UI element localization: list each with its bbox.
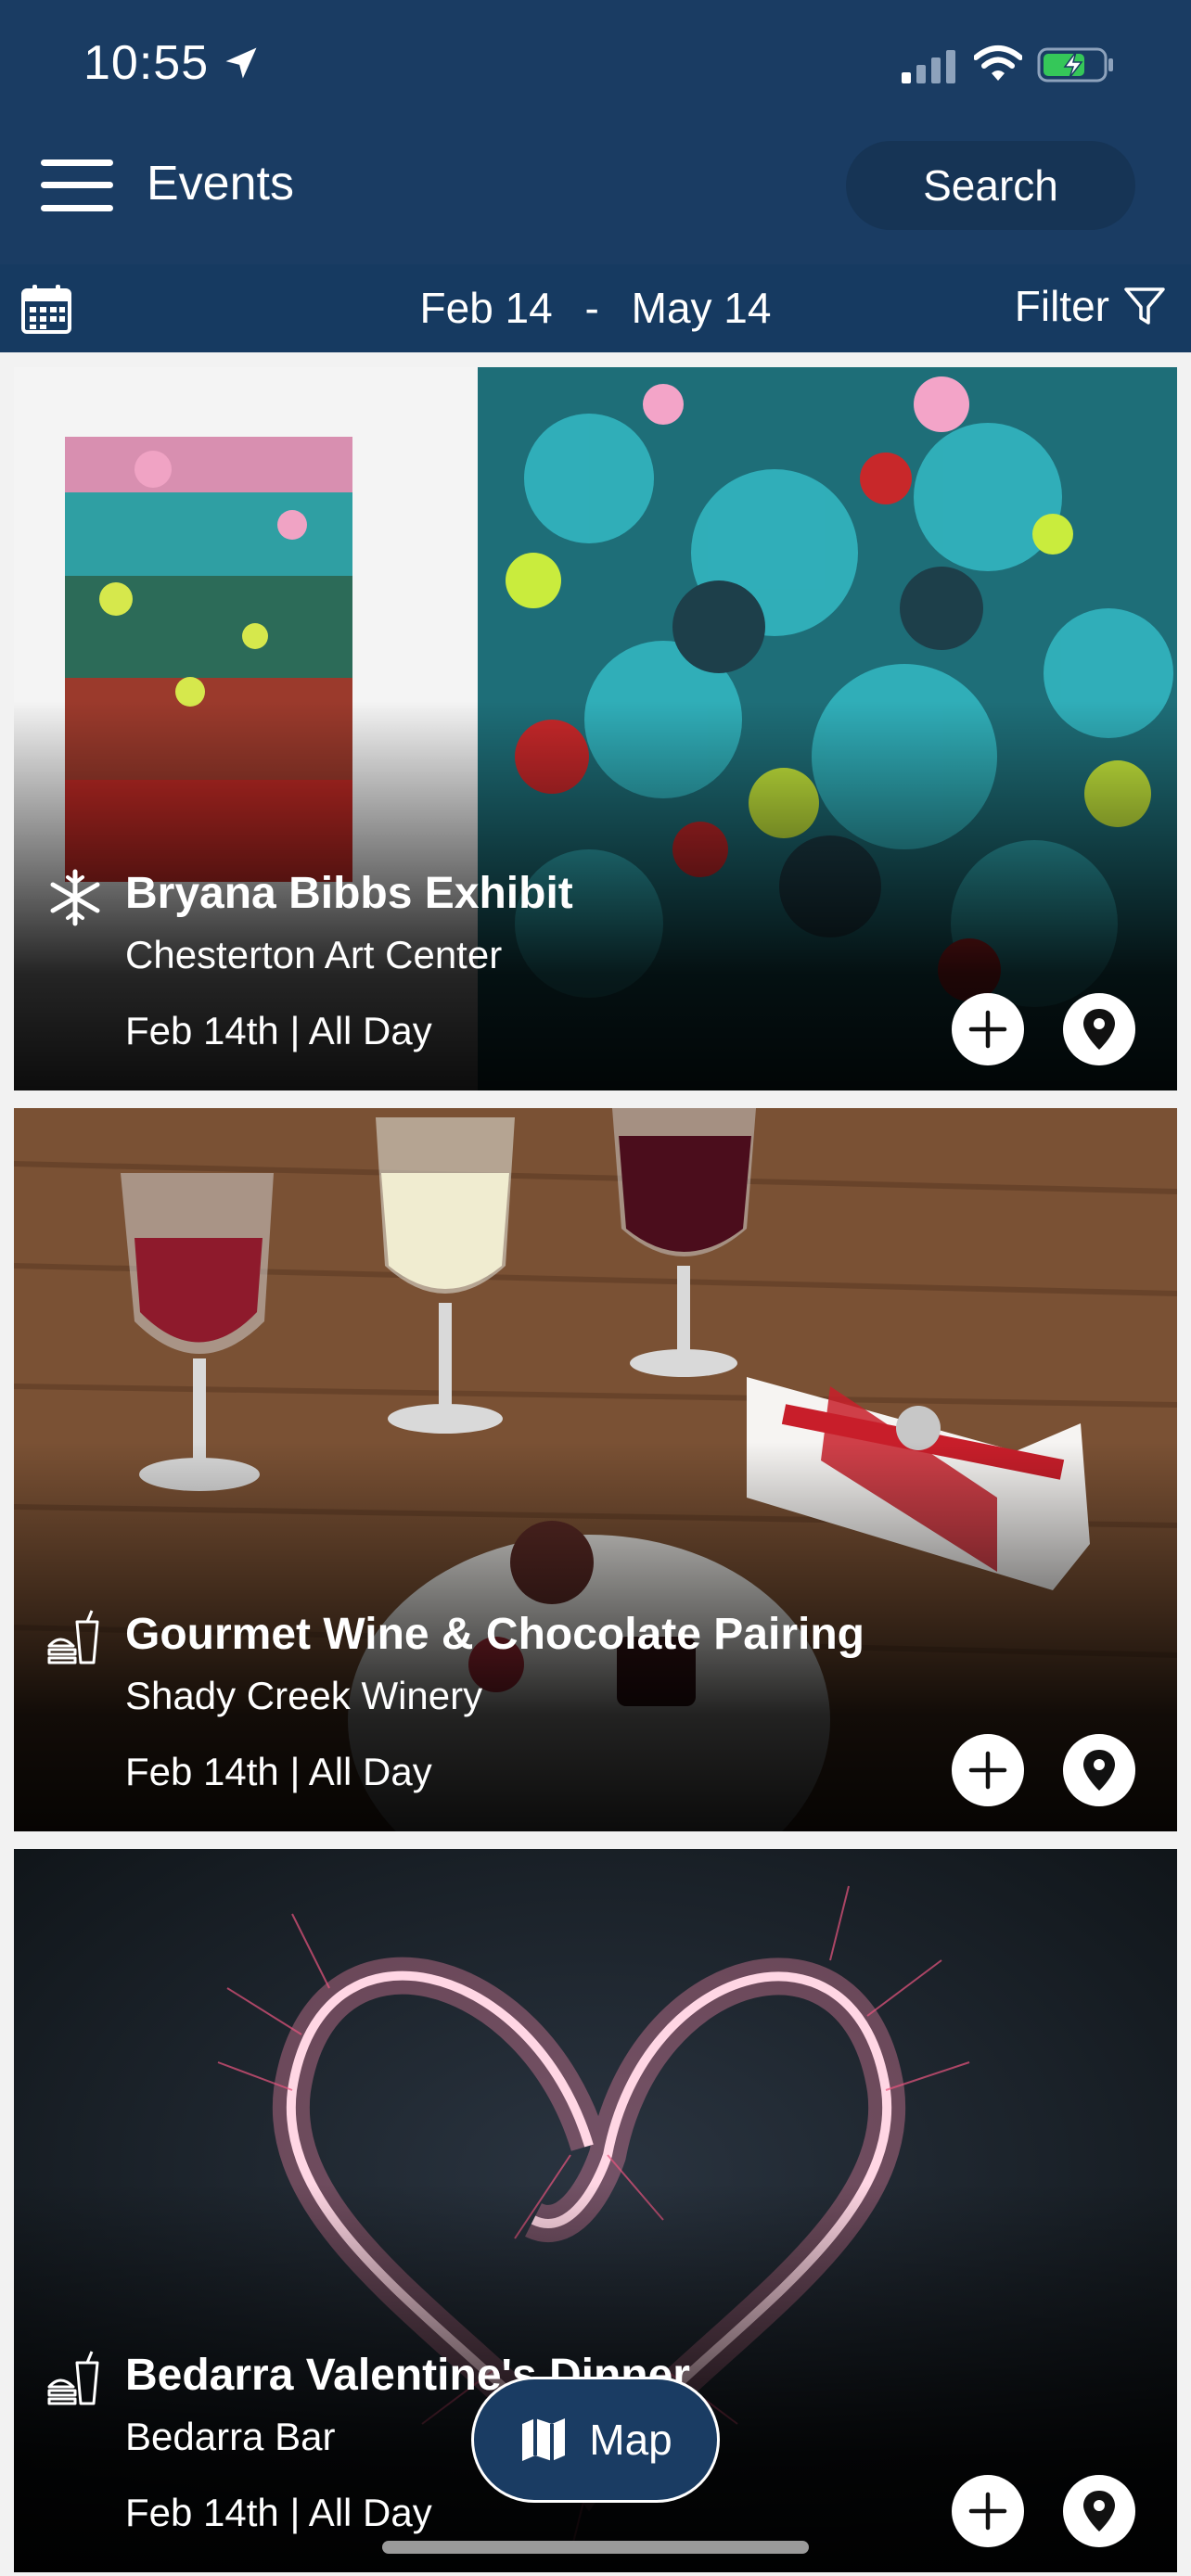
add-event-button[interactable] — [952, 2475, 1024, 2547]
filter-button[interactable]: Filter — [1015, 281, 1167, 331]
search-button[interactable]: Search — [846, 141, 1135, 230]
snowflake-icon — [50, 869, 100, 926]
event-venue: Chesterton Art Center — [125, 933, 503, 976]
battery-charging-icon — [1037, 47, 1113, 83]
plus-icon — [968, 1751, 1007, 1790]
event-location-button[interactable] — [1063, 1734, 1135, 1806]
event-card[interactable]: Gourmet Wine & Chocolate Pairing Shady C… — [14, 1108, 1177, 1831]
hamburger-menu-icon[interactable] — [39, 158, 115, 213]
date-range-bar: Feb 14 - May 14 Filter — [0, 264, 1191, 352]
plus-icon — [968, 2492, 1007, 2531]
food-drink-icon — [47, 2351, 99, 2405]
wifi-icon — [974, 45, 1022, 81]
event-venue: Bedarra Bar — [125, 2415, 336, 2458]
page-title: Events — [147, 157, 294, 210]
event-date: Feb 14th | All Day — [125, 1750, 432, 1793]
map-pin-icon — [1083, 2491, 1115, 2531]
top-bar: 10:55 Events Search — [0, 0, 1191, 264]
map-button[interactable]: Map — [471, 2377, 720, 2503]
event-list: Bryana Bibbs Exhibit Chesterton Art Cent… — [0, 352, 1191, 2576]
date-range-end: May 14 — [631, 284, 772, 332]
food-drink-icon — [47, 1610, 99, 1664]
event-date: Feb 14th | All Day — [125, 1009, 432, 1052]
event-title: Bryana Bibbs Exhibit — [125, 869, 573, 918]
map-pin-icon — [1083, 1750, 1115, 1791]
map-pin-icon — [1083, 1009, 1115, 1050]
event-title: Gourmet Wine & Chocolate Pairing — [125, 1610, 864, 1659]
event-location-button[interactable] — [1063, 2475, 1135, 2547]
plus-icon — [968, 1010, 1007, 1049]
folded-map-icon — [522, 2418, 566, 2461]
status-bar: 10:55 — [0, 0, 1191, 130]
add-event-button[interactable] — [952, 993, 1024, 1065]
event-venue: Shady Creek Winery — [125, 1674, 483, 1717]
add-event-button[interactable] — [952, 1734, 1024, 1806]
event-card[interactable]: Bryana Bibbs Exhibit Chesterton Art Cent… — [14, 367, 1177, 1090]
event-date: Feb 14th | All Day — [125, 2491, 432, 2534]
date-range-separator: - — [584, 284, 599, 332]
map-button-label: Map — [589, 2416, 672, 2464]
cellular-signal-icon — [902, 50, 955, 83]
date-range[interactable]: Feb 14 - May 14 — [0, 283, 1191, 333]
status-time: 10:55 — [83, 36, 210, 90]
filter-label: Filter — [1014, 282, 1109, 330]
date-range-start: Feb 14 — [419, 284, 553, 332]
event-location-button[interactable] — [1063, 993, 1135, 1065]
home-indicator[interactable] — [382, 2541, 809, 2554]
location-arrow-icon — [225, 47, 257, 79]
funnel-icon — [1124, 287, 1165, 325]
